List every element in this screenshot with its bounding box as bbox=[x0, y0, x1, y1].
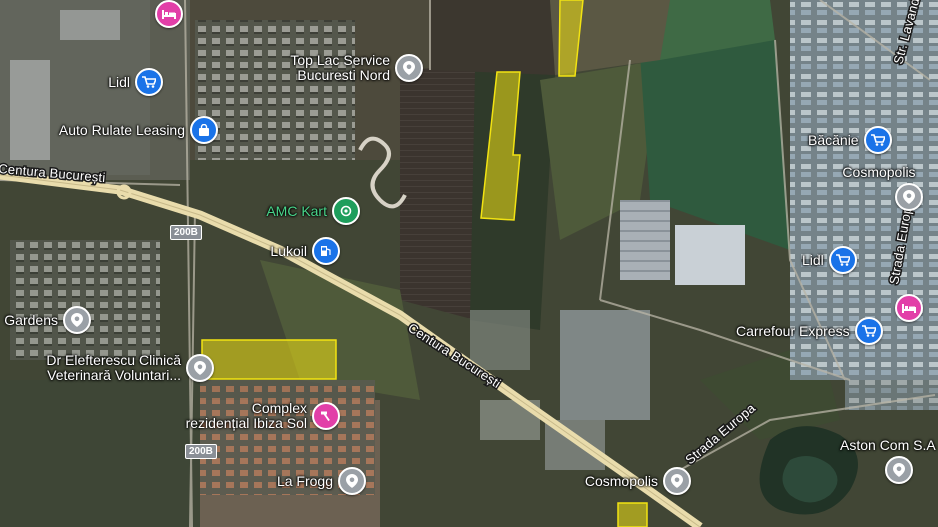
gas-station-icon bbox=[312, 237, 340, 265]
pin-icon bbox=[63, 306, 91, 334]
poi-label-line: Dr Elefterescu Clinică bbox=[46, 352, 181, 368]
poi-bacanie[interactable]: Băcănie bbox=[808, 126, 892, 154]
poi-label: Gardens bbox=[4, 311, 58, 328]
poi-label-line: Lukoil bbox=[270, 242, 307, 259]
pin-icon bbox=[663, 467, 691, 495]
shopping-cart-icon bbox=[863, 126, 892, 154]
poi-cosmopolis-east[interactable]: Cosmopolis bbox=[835, 165, 923, 211]
poi-amc-kart[interactable]: AMC Kart bbox=[266, 197, 360, 225]
poi-label: Cosmopolis bbox=[584, 472, 658, 489]
route-shield-200b-south: 200B bbox=[185, 444, 217, 459]
poi-label-line: Gardens bbox=[4, 311, 58, 328]
amusement-icon bbox=[332, 197, 360, 225]
poi-label-line: Cosmopolis bbox=[584, 472, 658, 489]
poi-label-line: Auto Rulate Leasing bbox=[58, 121, 185, 138]
shopping-cart-icon bbox=[828, 246, 857, 274]
poi-label: Complex rezidențial Ibiza Sol bbox=[186, 401, 307, 431]
poi-label: Dr Elefterescu Clinică Veterinară Volunt… bbox=[46, 353, 181, 383]
poi-label: Top Lac Service Bucuresti Nord bbox=[290, 53, 390, 83]
poi-label-line: Top Lac Service bbox=[290, 52, 390, 68]
shopping-cart-icon bbox=[135, 68, 163, 96]
poi-carrefour-express[interactable]: Carrefour Express bbox=[736, 317, 883, 345]
poi-lidl-east[interactable]: Lidl bbox=[802, 246, 857, 274]
poi-label: Lidl bbox=[802, 251, 824, 268]
hammer-icon bbox=[312, 402, 340, 430]
poi-lidl-west[interactable]: Lidl bbox=[108, 68, 163, 96]
pin-icon bbox=[186, 354, 214, 382]
poi-label-line: Bucuresti Nord bbox=[297, 67, 390, 83]
poi-hotel-north[interactable] bbox=[155, 0, 183, 28]
poi-label-line: Lidl bbox=[108, 73, 130, 90]
poi-label-line: Veterinară Voluntari... bbox=[47, 367, 181, 383]
poi-gardens[interactable]: Gardens bbox=[4, 306, 91, 334]
poi-dr-elefterescu-clinic[interactable]: Dr Elefterescu Clinică Veterinară Volunt… bbox=[46, 353, 214, 383]
poi-label: Aston Com S.A bbox=[840, 438, 936, 453]
poi-label-line: Complex bbox=[251, 400, 307, 416]
poi-label: Băcănie bbox=[808, 131, 859, 148]
poi-aston-com[interactable]: Aston Com S.A bbox=[840, 438, 936, 484]
poi-label-line: Lidl bbox=[802, 251, 824, 268]
poi-label: La Frogg bbox=[276, 472, 333, 489]
poi-label: Lidl bbox=[108, 73, 130, 90]
poi-complex-rezidential-ibiza-sol[interactable]: Complex rezidențial Ibiza Sol bbox=[186, 401, 340, 431]
poi-lukoil[interactable]: Lukoil bbox=[270, 237, 340, 265]
poi-label: AMC Kart bbox=[266, 202, 327, 219]
satellite-map[interactable]: Centura București Centura București Stra… bbox=[0, 0, 938, 527]
poi-label-line: Carrefour Express bbox=[736, 322, 850, 339]
poi-label-line: AMC Kart bbox=[266, 202, 327, 219]
pin-icon bbox=[338, 467, 366, 495]
poi-label: Cosmopolis bbox=[842, 165, 915, 180]
pin-icon bbox=[395, 54, 423, 82]
poi-label: Lukoil bbox=[270, 242, 307, 259]
bed-icon bbox=[895, 294, 923, 322]
poi-label: Auto Rulate Leasing bbox=[58, 121, 185, 138]
bed-icon bbox=[155, 0, 183, 28]
poi-label: Carrefour Express bbox=[736, 322, 850, 339]
poi-top-lac-service[interactable]: Top Lac Service Bucuresti Nord bbox=[290, 53, 423, 83]
poi-label-line: rezidențial Ibiza Sol bbox=[185, 415, 307, 431]
poi-hotel-east[interactable] bbox=[895, 294, 923, 322]
pin-icon bbox=[895, 183, 923, 211]
poi-cosmopolis-south[interactable]: Cosmopolis bbox=[585, 467, 691, 495]
poi-label-line: Cosmopolis bbox=[842, 164, 916, 180]
pin-icon bbox=[884, 456, 913, 484]
poi-label-line: Băcănie bbox=[808, 131, 859, 148]
poi-la-frogg[interactable]: La Frogg bbox=[277, 467, 366, 495]
poi-label-line: La Frogg bbox=[276, 472, 333, 489]
poi-auto-rulate-leasing[interactable]: Auto Rulate Leasing bbox=[59, 116, 218, 144]
poi-label-line: Aston Com S.A bbox=[840, 437, 936, 453]
route-shield-200b-north: 200B bbox=[170, 225, 202, 240]
shopping-cart-icon bbox=[854, 317, 883, 345]
shopping-bag-icon bbox=[190, 116, 218, 144]
